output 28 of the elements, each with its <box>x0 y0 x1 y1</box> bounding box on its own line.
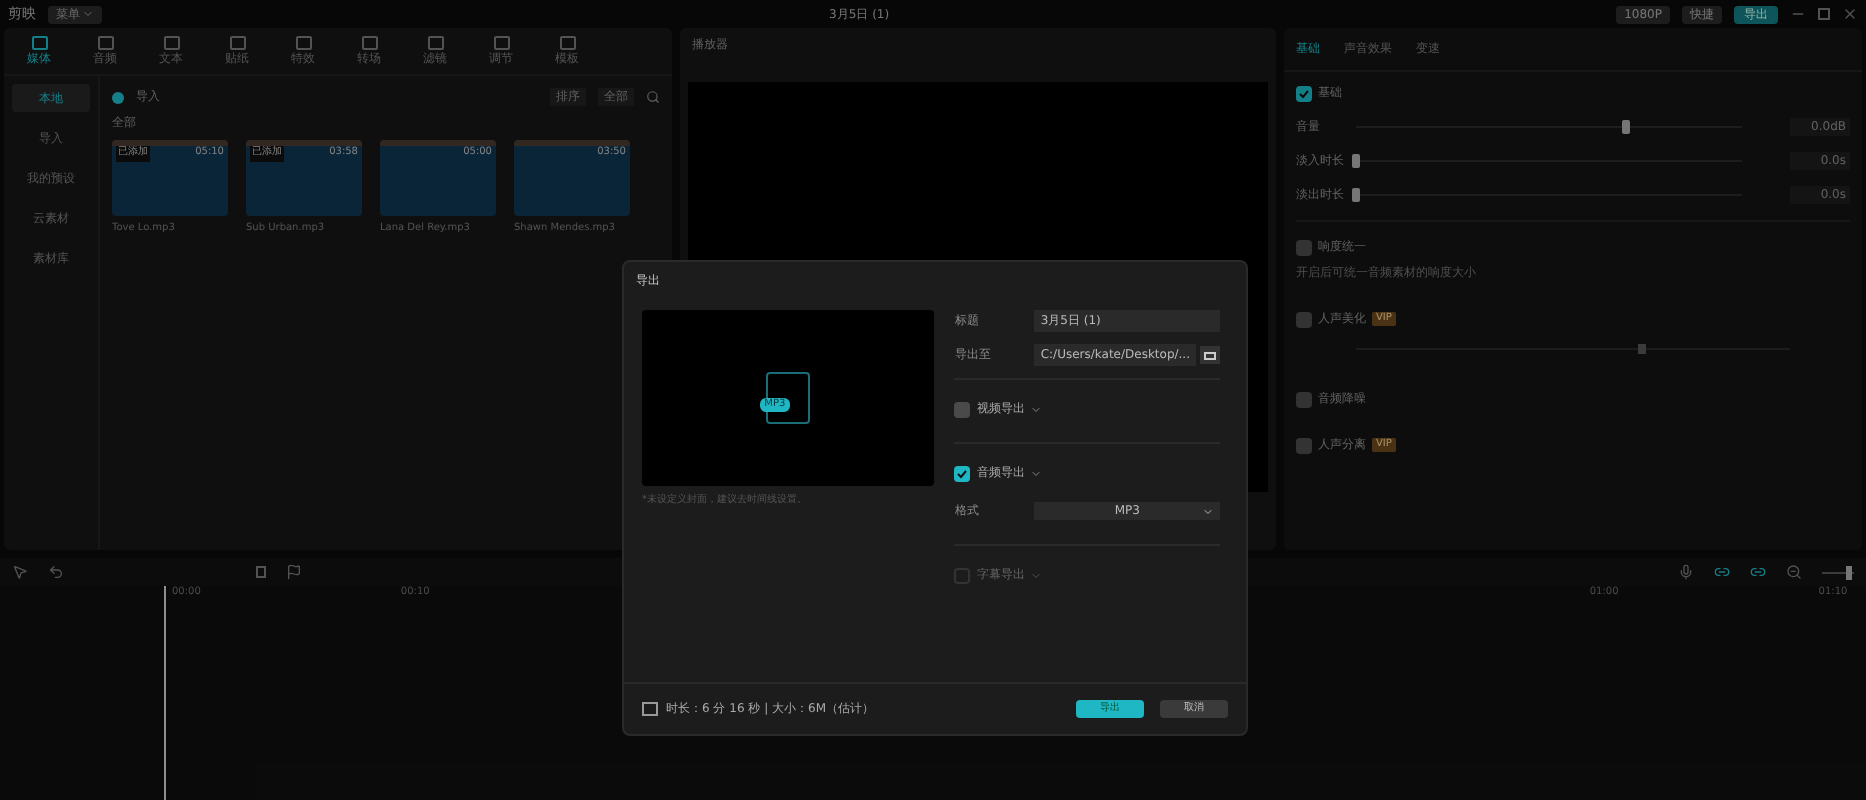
microphone-icon[interactable] <box>1678 564 1694 580</box>
import-icon[interactable] <box>112 91 124 103</box>
checkbox[interactable] <box>954 401 971 417</box>
checkbox[interactable] <box>1296 391 1312 407</box>
caret-icon[interactable] <box>1030 403 1043 415</box>
flag-icon[interactable] <box>286 564 302 580</box>
cursor-icon[interactable] <box>12 564 28 580</box>
search-icon[interactable] <box>646 90 660 104</box>
caret-icon <box>82 8 94 20</box>
maximize-icon[interactable] <box>1818 8 1830 20</box>
slider-thumb[interactable] <box>1638 344 1647 354</box>
caret-icon <box>1202 505 1214 517</box>
checkbox[interactable] <box>1296 437 1312 453</box>
checkbox[interactable] <box>1296 239 1312 255</box>
checkbox[interactable] <box>1296 311 1312 327</box>
zoom-slider-thumb[interactable] <box>1845 565 1852 579</box>
zoom-out-icon[interactable] <box>1786 564 1802 580</box>
checkbox[interactable] <box>1296 85 1312 101</box>
slider-thumb[interactable] <box>1352 188 1360 202</box>
link-icon[interactable] <box>1714 564 1730 580</box>
caret-icon[interactable] <box>1030 467 1043 479</box>
slider-thumb[interactable] <box>1622 120 1631 134</box>
slider-thumb[interactable] <box>1352 154 1360 168</box>
checkbox[interactable] <box>954 465 971 481</box>
link-icon[interactable] <box>1750 564 1766 580</box>
caret-icon[interactable] <box>1030 569 1043 581</box>
close-icon[interactable] <box>1842 6 1858 22</box>
undo-icon[interactable] <box>48 564 64 580</box>
